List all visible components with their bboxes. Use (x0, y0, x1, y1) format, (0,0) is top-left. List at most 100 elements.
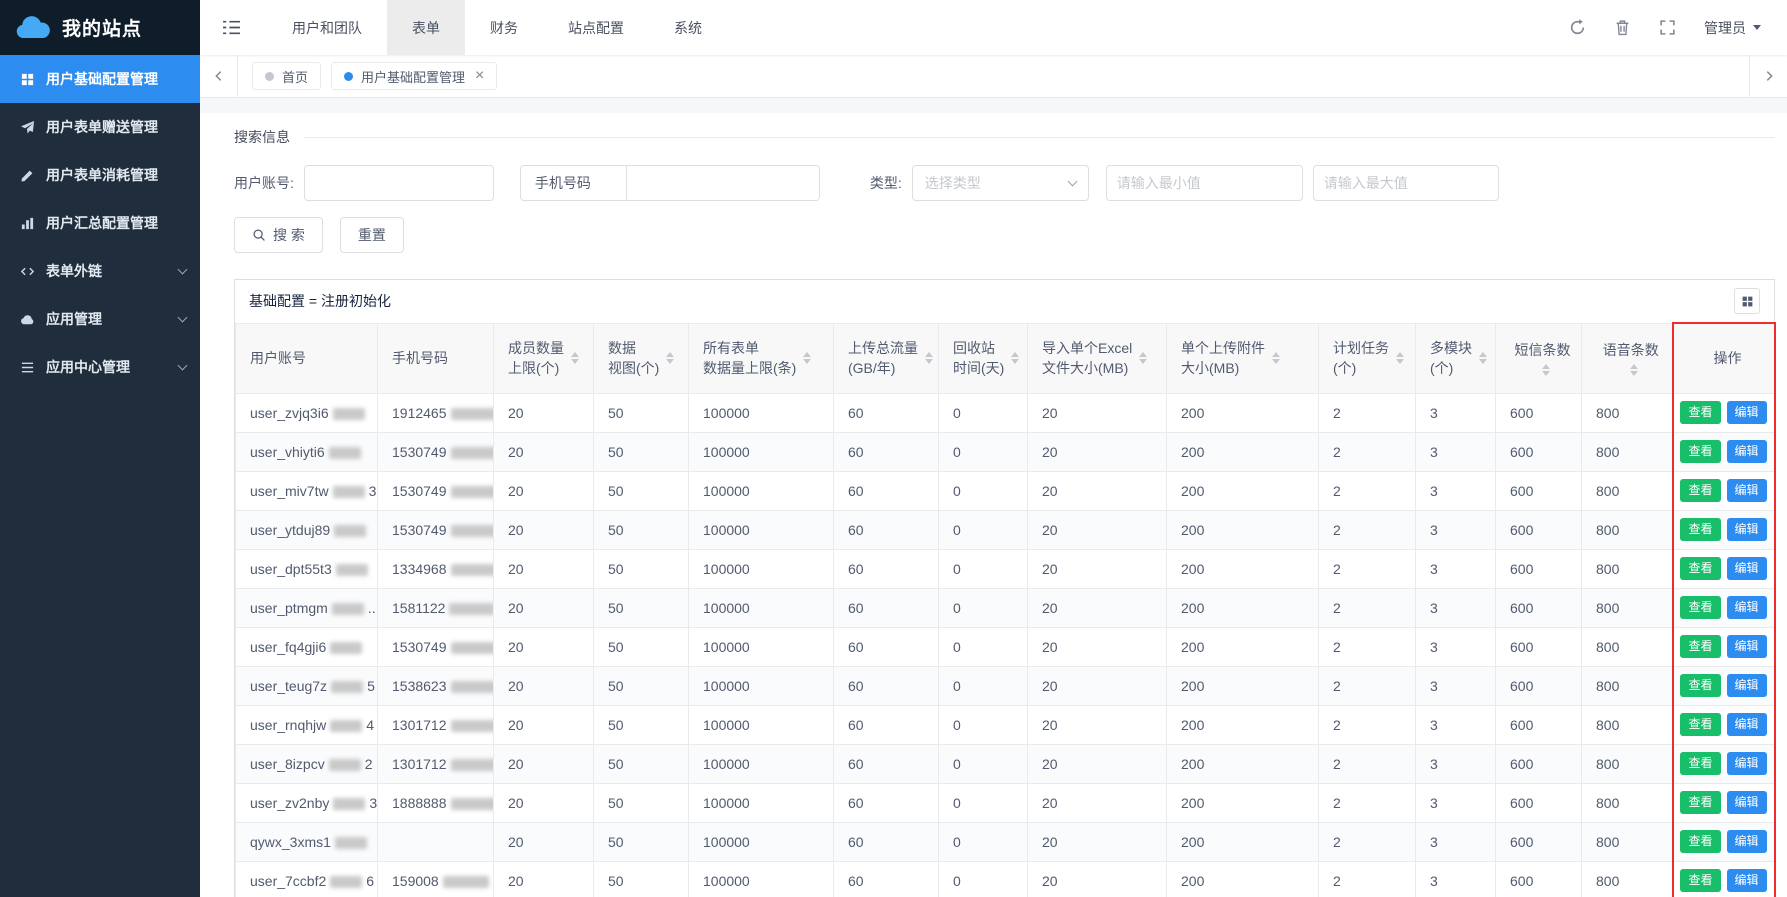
column-header[interactable]: 数据视图(个) (594, 323, 689, 393)
sidebar-item[interactable]: 应用中心管理 (0, 343, 200, 391)
search-button[interactable]: 搜 索 (234, 217, 323, 253)
value-cell: 60 (834, 510, 939, 549)
tab-chip[interactable]: 首页 (252, 62, 321, 90)
view-button[interactable]: 查看 (1680, 557, 1720, 581)
view-button[interactable]: 查看 (1680, 401, 1720, 425)
view-button[interactable]: 查看 (1680, 713, 1720, 737)
value-cell: 200 (1167, 705, 1319, 744)
open-tabs: 首页用户基础配置管理× (238, 62, 497, 90)
view-button[interactable]: 查看 (1680, 791, 1720, 815)
top-menu-item[interactable]: 站点配置 (543, 0, 649, 55)
value-cell: 3 (1416, 432, 1496, 471)
redaction-blur (333, 798, 365, 810)
value-cell: 100000 (689, 744, 834, 783)
sort-icon[interactable] (1479, 352, 1487, 364)
column-header[interactable]: 上传总流量(GB/年) (834, 323, 939, 393)
column-header[interactable]: 成员数量上限(个) (494, 323, 594, 393)
view-button[interactable]: 查看 (1680, 752, 1720, 776)
sort-icon[interactable] (1139, 352, 1147, 364)
tabs-scroll-left-icon[interactable] (200, 55, 238, 97)
edit-button[interactable]: 编辑 (1727, 440, 1767, 464)
topbar-actions: 管理员 (1569, 0, 1787, 55)
phone-input[interactable] (627, 166, 819, 200)
type-select[interactable]: 选择类型 (912, 165, 1089, 201)
admin-dropdown[interactable]: 管理员 (1704, 18, 1761, 38)
refresh-icon[interactable] (1569, 19, 1586, 36)
top-menu-item[interactable]: 用户和团队 (267, 0, 387, 55)
value-cell: 20 (1028, 822, 1167, 861)
value-cell: 3 (1416, 471, 1496, 510)
view-button[interactable]: 查看 (1680, 869, 1720, 893)
value-cell: 60 (834, 666, 939, 705)
sidebar-item[interactable]: 用户汇总配置管理 (0, 199, 200, 247)
view-button[interactable]: 查看 (1680, 440, 1720, 464)
sort-icon[interactable] (571, 352, 579, 364)
edit-button[interactable]: 编辑 (1727, 401, 1767, 425)
account-text: user_zvjq3i6 (250, 405, 329, 421)
column-header[interactable]: 单个上传附件大小(MB) (1167, 323, 1319, 393)
column-header[interactable]: 多模块(个) (1416, 323, 1496, 393)
reset-button[interactable]: 重置 (340, 217, 404, 253)
sidebar-item[interactable]: 用户表单赠送管理 (0, 103, 200, 151)
sort-icon[interactable] (803, 352, 811, 364)
column-header[interactable]: 导入单个Excel文件大小(MB) (1028, 323, 1167, 393)
edit-button[interactable]: 编辑 (1727, 713, 1767, 737)
column-header[interactable]: 语音条数 (1582, 323, 1673, 393)
table-row: user_zv2nby31888888205010000060020200236… (236, 783, 1775, 822)
column-header[interactable]: 所有表单数据量上限(条) (689, 323, 834, 393)
column-header[interactable]: 回收站时间(天) (939, 323, 1028, 393)
column-settings-button[interactable] (1734, 288, 1760, 314)
column-header[interactable]: 计划任务(个) (1319, 323, 1416, 393)
edit-button[interactable]: 编辑 (1727, 752, 1767, 776)
edit-button[interactable]: 编辑 (1727, 479, 1767, 503)
view-button[interactable]: 查看 (1680, 830, 1720, 854)
sort-icon[interactable] (666, 352, 674, 364)
close-icon[interactable]: × (475, 68, 484, 84)
edit-button[interactable]: 编辑 (1727, 635, 1767, 659)
edit-button[interactable]: 编辑 (1727, 674, 1767, 698)
sort-icon[interactable] (1630, 364, 1638, 376)
view-button[interactable]: 查看 (1680, 674, 1720, 698)
account-text: qywx_3xms1 (250, 834, 331, 850)
edit-button[interactable]: 编辑 (1727, 518, 1767, 542)
edit-button[interactable]: 编辑 (1727, 596, 1767, 620)
view-button[interactable]: 查看 (1680, 479, 1720, 503)
tabs-scroll-right-icon[interactable] (1749, 55, 1787, 97)
cloud-logo-icon (14, 15, 52, 41)
edit-button[interactable]: 编辑 (1727, 830, 1767, 854)
top-menu-item[interactable]: 表单 (387, 0, 465, 55)
edit-button[interactable]: 编辑 (1727, 557, 1767, 581)
value-cell: 20 (1028, 510, 1167, 549)
min-value-input[interactable] (1106, 165, 1303, 201)
sidebar-item[interactable]: 应用管理 (0, 295, 200, 343)
view-button[interactable]: 查看 (1680, 518, 1720, 542)
column-header[interactable]: 短信条数 (1496, 323, 1582, 393)
view-button[interactable]: 查看 (1680, 635, 1720, 659)
value-cell: 50 (594, 744, 689, 783)
max-value-input[interactable] (1313, 165, 1499, 201)
edit-button[interactable]: 编辑 (1727, 791, 1767, 815)
account-input[interactable] (304, 165, 494, 201)
edit-button[interactable]: 编辑 (1727, 869, 1767, 893)
menu-collapse-icon[interactable] (222, 0, 241, 55)
logo[interactable]: 我的站点 (0, 0, 200, 55)
sidebar-item[interactable]: 用户表单消耗管理 (0, 151, 200, 199)
sort-icon[interactable] (1396, 352, 1404, 364)
sort-icon[interactable] (1272, 352, 1280, 364)
value-cell: 0 (939, 783, 1028, 822)
grid-icon (20, 72, 35, 87)
trash-icon[interactable] (1614, 19, 1631, 36)
view-button[interactable]: 查看 (1680, 596, 1720, 620)
tab-chip[interactable]: 用户基础配置管理× (331, 62, 497, 90)
top-menu-item[interactable]: 系统 (649, 0, 727, 55)
sidebar-item[interactable]: 表单外链 (0, 247, 200, 295)
sort-icon[interactable] (1542, 364, 1550, 376)
sidebar-menu: 用户基础配置管理用户表单赠送管理用户表单消耗管理用户汇总配置管理表单外链应用管理… (0, 55, 200, 897)
value-cell: 20 (494, 666, 594, 705)
sort-icon[interactable] (1011, 352, 1019, 364)
fullscreen-icon[interactable] (1659, 19, 1676, 36)
sort-icon[interactable] (925, 352, 933, 364)
top-menu-item[interactable]: 财务 (465, 0, 543, 55)
sidebar-item[interactable]: 用户基础配置管理 (0, 55, 200, 103)
value-cell: 2 (1319, 393, 1416, 432)
